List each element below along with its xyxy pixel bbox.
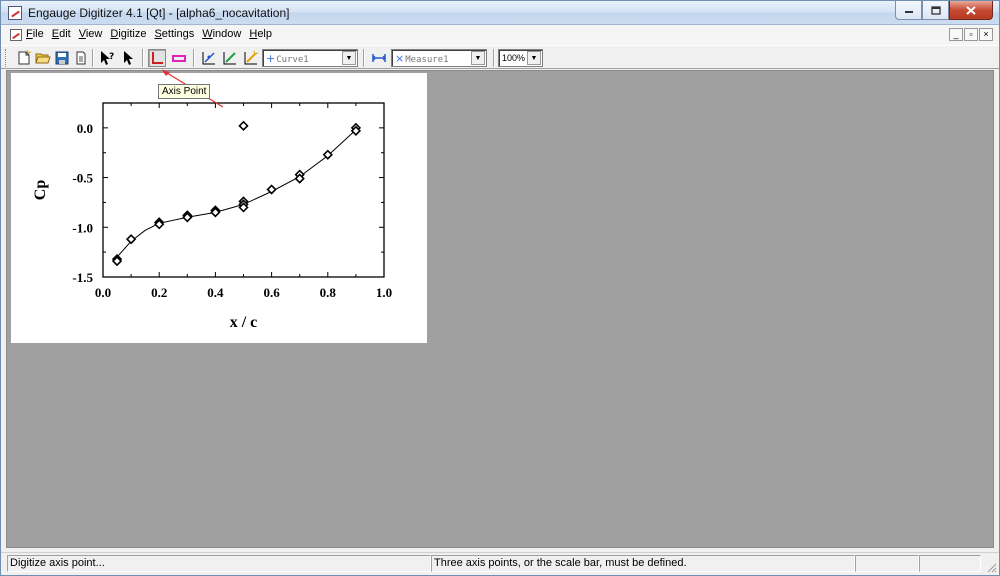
zoom-combo[interactable]: 100% ▼ (498, 49, 543, 67)
toolbar-separator (493, 49, 495, 67)
x-tick-label: 0.0 (95, 285, 111, 300)
measure-combo-text: Measure1 (405, 54, 449, 65)
curve-combo-value: +Curve1 (263, 52, 342, 65)
title-bar[interactable]: Engauge Digitizer 4.1 [Qt] - [alpha6_noc… (1, 1, 999, 25)
y-tick-label: 0.0 (77, 121, 93, 136)
menu-help[interactable]: Help (249, 28, 272, 40)
x-axis-label: x / c (230, 314, 258, 331)
toolbar-separator (363, 49, 365, 67)
axis-point-tooltip: Axis Point (158, 84, 211, 99)
status-bar: Digitize axis point... Three axis points… (1, 552, 999, 575)
measure-combo-value: ×Measure1 (392, 52, 471, 65)
menu-bar: File Edit View Digitize Settings Window Help _… (1, 25, 999, 45)
save-button[interactable] (53, 49, 71, 67)
maximize-icon (930, 5, 941, 15)
toolbar-separator (142, 49, 144, 67)
mdi-restore-button[interactable]: ▫ (964, 28, 978, 41)
curve-combo-text: Curve1 (276, 54, 309, 65)
status-pane-4 (919, 555, 981, 572)
fit-curve (116, 129, 357, 258)
app-icon[interactable] (8, 6, 22, 20)
x-tick-label: 0.6 (263, 285, 280, 300)
toolbar-separator (92, 49, 94, 67)
y-tick-label: -0.5 (72, 171, 93, 186)
minimize-icon (904, 11, 913, 13)
minimize-button[interactable] (895, 1, 922, 20)
select-button[interactable] (119, 49, 137, 67)
plus-icon: + (266, 51, 276, 65)
open-folder-icon (35, 53, 51, 64)
measure-button[interactable] (370, 49, 388, 67)
scanned-chart-image[interactable]: 0.0 0.2 0.4 0.6 0.8 1.0 0.0 -0.5 -1.0 -1.5 x / c Cp (11, 73, 427, 343)
print-icon (76, 51, 86, 65)
document-icon[interactable] (10, 29, 22, 41)
chevron-down-icon[interactable]: ▼ (471, 51, 485, 65)
menu-edit[interactable]: Edit (52, 28, 71, 40)
y-tick-label: -1.5 (72, 270, 93, 285)
status-pane-3 (855, 555, 919, 572)
y-tick-label: -1.0 (72, 220, 93, 235)
status-left: Digitize axis point... (7, 555, 431, 572)
segment-fill-button[interactable] (242, 49, 260, 67)
document-view[interactable]: 0.0 0.2 0.4 0.6 0.8 1.0 0.0 -0.5 -1.0 -1.5 x / c Cp (11, 73, 427, 343)
data-point-marker (238, 120, 249, 131)
menu-items: File Edit View Digitize Settings Window Help (26, 28, 280, 40)
x-tick-label: 1.0 (376, 285, 392, 300)
menu-file[interactable]: File (26, 28, 44, 40)
chevron-down-icon[interactable]: ▼ (527, 51, 541, 65)
size-grip-icon[interactable] (985, 561, 997, 573)
segment-fill-icon (244, 50, 259, 65)
menu-view[interactable]: View (79, 28, 103, 40)
save-icon (55, 51, 69, 65)
toolbar: ? +Curve1 ▼ ×Measure1 ▼ 100% ▼ (1, 45, 999, 69)
open-button[interactable] (34, 49, 52, 67)
window-title: Engauge Digitizer 4.1 [Qt] - [alpha6_noc… (28, 6, 290, 20)
x-tick-label: 0.8 (320, 285, 337, 300)
x-tick-label: 0.2 (151, 285, 167, 300)
select-arrow-icon (124, 51, 133, 65)
x-tick-label: 0.4 (207, 285, 224, 300)
close-button[interactable] (949, 1, 993, 20)
new-document-button[interactable] (15, 49, 33, 67)
print-button[interactable] (72, 49, 90, 67)
whats-this-icon: ? (101, 51, 114, 65)
mdi-close-button[interactable]: × (979, 28, 993, 41)
y-axis-label: Cp (32, 180, 49, 201)
data-point-marker (125, 234, 137, 245)
cross-icon: × (395, 51, 405, 65)
whats-this-button[interactable]: ? (98, 49, 116, 67)
main-window: Engauge Digitizer 4.1 [Qt] - [alpha6_noc… (0, 0, 1000, 576)
zoom-combo-value: 100% (502, 53, 526, 63)
mdi-controls: _ ▫ × (948, 28, 993, 41)
curve-combo[interactable]: +Curve1 ▼ (262, 49, 358, 67)
measure-icon (372, 54, 386, 62)
svg-text:?: ? (109, 52, 114, 62)
maximize-button[interactable] (922, 1, 949, 20)
close-icon (966, 5, 976, 15)
status-message: Three axis points, or the scale bar, mus… (431, 555, 855, 572)
menu-settings[interactable]: Settings (154, 28, 194, 40)
mdi-minimize-button[interactable]: _ (949, 28, 963, 41)
measure-combo[interactable]: ×Measure1 ▼ (391, 49, 487, 67)
menu-window[interactable]: Window (202, 28, 241, 40)
menu-digitize[interactable]: Digitize (110, 28, 146, 40)
chevron-down-icon[interactable]: ▼ (342, 51, 356, 65)
mdi-workspace: 0.0 0.2 0.4 0.6 0.8 1.0 0.0 -0.5 -1.0 -1.5 x / c Cp (6, 70, 994, 548)
caption-buttons (895, 1, 993, 20)
toolbar-grip[interactable] (5, 49, 8, 67)
new-document-icon (18, 50, 32, 65)
